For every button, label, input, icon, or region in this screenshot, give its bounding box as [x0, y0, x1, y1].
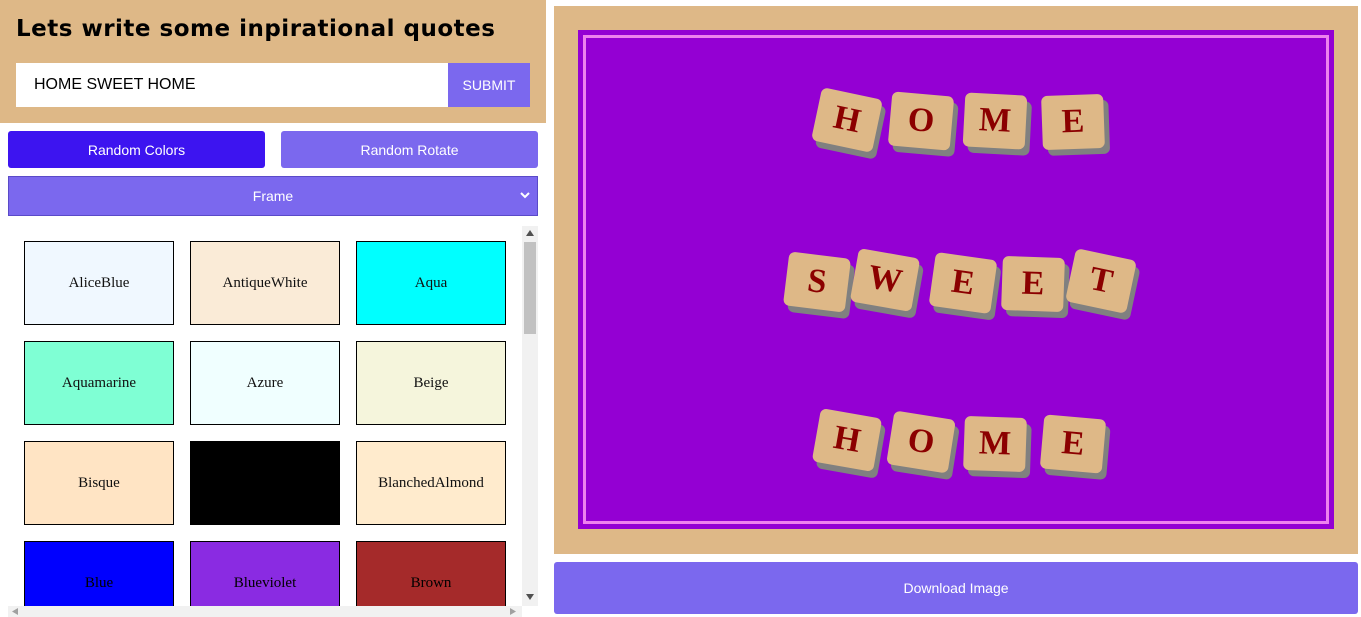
color-swatch[interactable]: BlanchedAlmond	[356, 441, 506, 525]
color-swatch-label: Aqua	[414, 274, 448, 291]
color-swatch[interactable]: Beige	[356, 341, 506, 425]
color-swatch[interactable]: Blue	[24, 541, 174, 606]
letter-tile: S	[782, 251, 856, 320]
download-image-button[interactable]: Download Image	[554, 562, 1358, 614]
letter-tile-face: M	[962, 92, 1028, 150]
color-swatch-label: Black	[247, 474, 283, 491]
letter-tile-face: E	[1001, 255, 1065, 313]
letter-tile: O	[886, 410, 960, 481]
frame-select-value: Frame	[252, 188, 294, 204]
color-swatch-grid: AliceBlue AntiqueWhite Aqua Aquamarine Azure…	[8, 226, 522, 606]
color-swatch[interactable]: Azure	[190, 341, 340, 425]
letter-tile: H	[811, 87, 887, 160]
chevron-down-icon	[520, 192, 530, 199]
color-swatch[interactable]: AntiqueWhite	[190, 241, 340, 325]
letter-tile: E	[1001, 255, 1070, 319]
color-swatch[interactable]: Blueviolet	[190, 541, 340, 606]
letter-tile-face: E	[1041, 93, 1105, 151]
letter-tile-face: W	[849, 248, 921, 312]
color-swatch[interactable]: Aquamarine	[24, 341, 174, 425]
page-title: Lets write some inpirational quotes	[16, 16, 496, 42]
quote-input[interactable]	[16, 63, 448, 107]
scroll-right-arrow-icon[interactable]	[510, 608, 516, 615]
letter-tile: H	[811, 408, 887, 479]
color-swatch[interactable]: Black	[190, 441, 340, 525]
letter-tile: M	[962, 92, 1033, 156]
letter-tile: O	[887, 91, 959, 158]
letter-tile: W	[849, 248, 925, 319]
color-swatch-label: AntiqueWhite	[222, 274, 308, 291]
scrollbar-thumb[interactable]	[524, 242, 536, 334]
color-swatch-label: Azure	[246, 374, 284, 391]
quote-header: Lets write some inpirational quotes SUBM…	[0, 0, 546, 123]
scroll-left-arrow-icon[interactable]	[12, 608, 18, 615]
submit-button[interactable]: SUBMIT	[448, 63, 530, 107]
random-rotate-button[interactable]: Random Rotate	[281, 131, 538, 168]
color-swatch-label: Aquamarine	[61, 374, 137, 391]
letter-tile-face: S	[782, 251, 852, 313]
color-swatch-label: Blueviolet	[233, 574, 297, 591]
letter-tile-face: E	[1039, 414, 1107, 474]
random-colors-button[interactable]: Random Colors	[8, 131, 265, 168]
letter-tile-face: H	[811, 408, 883, 472]
frame-select[interactable]: Frame	[8, 176, 538, 216]
color-swatch-label: BlanchedAlmond	[378, 474, 484, 491]
scroll-up-arrow-icon[interactable]	[526, 230, 534, 236]
color-swatch[interactable]: Bisque	[24, 441, 174, 525]
letter-tile-face: O	[887, 91, 955, 151]
color-swatch[interactable]: AliceBlue	[24, 241, 174, 325]
scroll-down-arrow-icon[interactable]	[526, 594, 534, 600]
color-swatch-label: Bisque	[78, 474, 120, 491]
letter-tile-face: O	[886, 410, 956, 474]
color-swatch-label: Blue	[84, 574, 114, 591]
color-swatch-label: AliceBlue	[68, 274, 130, 291]
horizontal-scrollbar[interactable]	[8, 606, 522, 617]
editor-panel: Lets write some inpirational quotes SUBM…	[0, 0, 546, 617]
letter-tile-face: M	[963, 415, 1027, 473]
letter-tile: E	[928, 251, 1002, 321]
quote-canvas: HOMESWEETHOME	[554, 6, 1358, 554]
letter-tile: T	[1065, 248, 1141, 321]
color-swatch[interactable]: Brown	[356, 541, 506, 606]
color-swatch-label: Beige	[413, 374, 449, 391]
color-swatch-label: Brown	[410, 574, 452, 591]
letter-tile: M	[963, 415, 1032, 479]
color-swatch[interactable]: Aqua	[356, 241, 506, 325]
letter-tile-face: E	[928, 251, 998, 315]
letter-tile: E	[1041, 93, 1111, 156]
letter-tile: E	[1039, 414, 1111, 481]
vertical-scrollbar[interactable]	[522, 226, 538, 606]
